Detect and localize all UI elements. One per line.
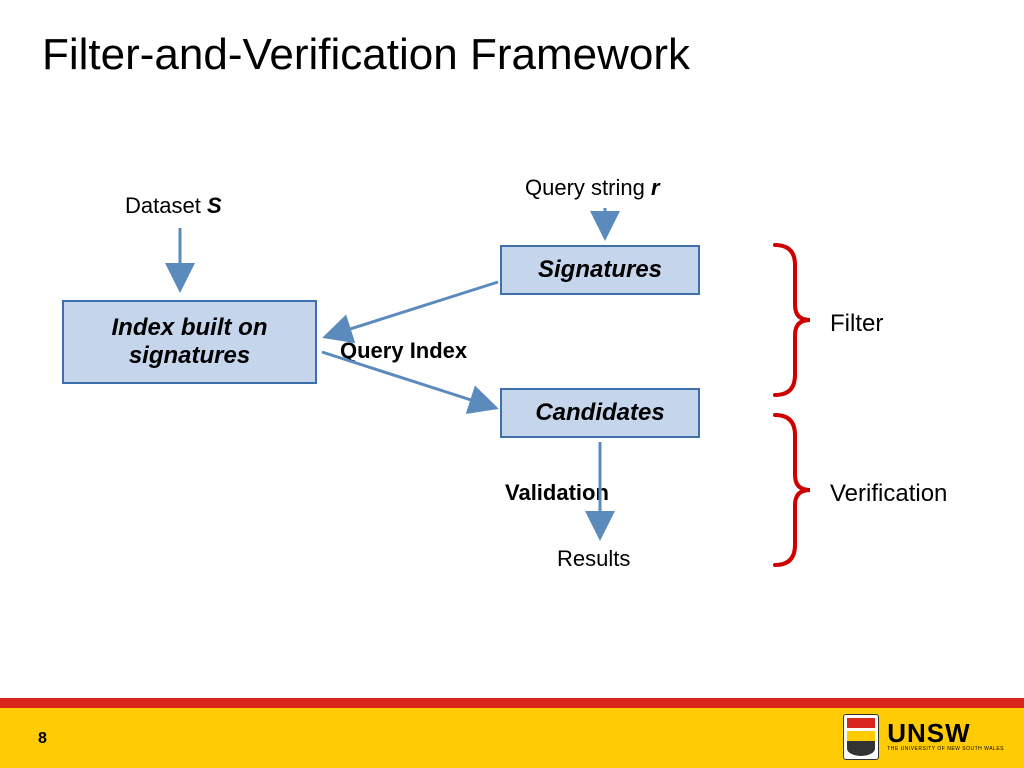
slide: Filter-and-Verification Framework Datase…	[0, 0, 1024, 768]
logo-subtitle: THE UNIVERSITY OF NEW SOUTH WALES	[887, 746, 1004, 752]
filter-phase-label: Filter	[830, 310, 883, 338]
validation-label: Validation	[505, 480, 609, 506]
dataset-var: S	[207, 193, 222, 218]
diagram-arrows	[0, 0, 1024, 768]
dataset-label-text: Dataset	[125, 193, 207, 218]
verification-phase-label: Verification	[830, 480, 947, 508]
index-box: Index built on signatures	[62, 300, 317, 384]
query-index-label: Query Index	[340, 338, 467, 364]
query-string-var: r	[651, 175, 660, 200]
signatures-box: Signatures	[500, 245, 700, 295]
crest-icon	[843, 714, 879, 760]
dataset-label: Dataset S	[125, 193, 222, 219]
slide-title: Filter-and-Verification Framework	[42, 30, 690, 80]
query-string-label: Query string r	[525, 175, 660, 201]
logo-name: UNSW	[887, 722, 1004, 745]
results-label: Results	[557, 546, 630, 572]
logo-text-wrap: UNSW THE UNIVERSITY OF NEW SOUTH WALES	[887, 722, 1004, 751]
candidates-box: Candidates	[500, 388, 700, 438]
footer-stripe	[0, 698, 1024, 708]
unsw-logo: UNSW THE UNIVERSITY OF NEW SOUTH WALES	[843, 714, 1004, 760]
query-string-text: Query string	[525, 175, 651, 200]
page-number: 8	[38, 730, 47, 748]
